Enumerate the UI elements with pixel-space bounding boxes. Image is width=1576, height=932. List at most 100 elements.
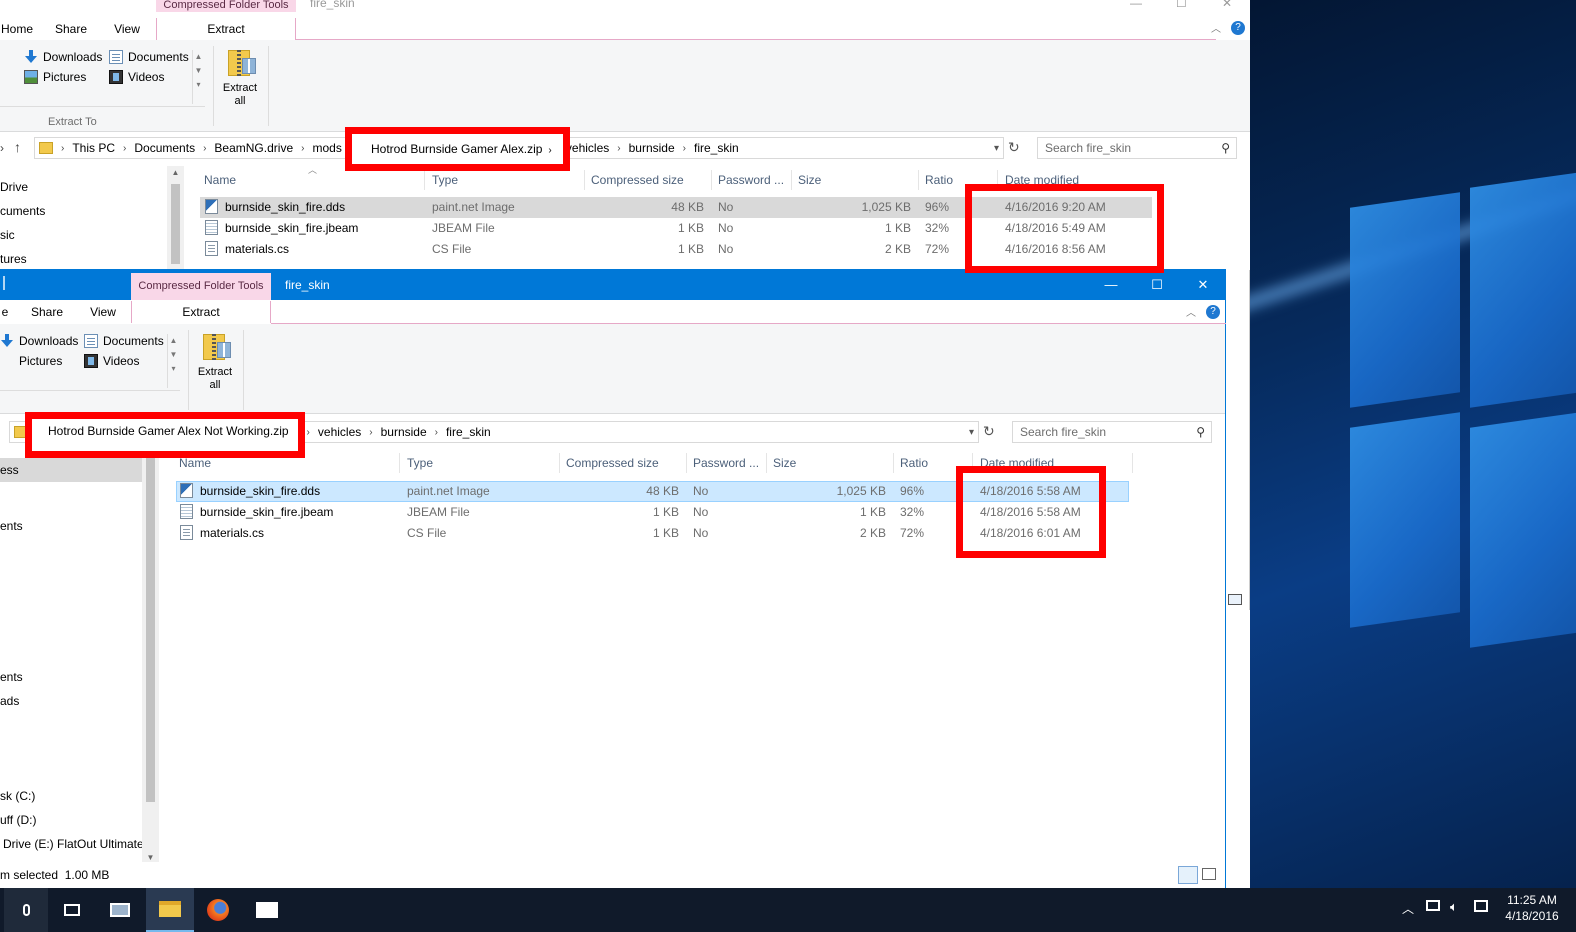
tab-share[interactable]: Share: [26, 301, 68, 323]
breadcrumb-burnside[interactable]: burnside: [623, 141, 681, 155]
window-close-button[interactable]: ✕: [1222, 0, 1232, 10]
extract-all-button[interactable]: Extract all: [193, 330, 237, 400]
quick-link-videos[interactable]: Videos: [109, 70, 164, 84]
clock-time[interactable]: 11:25 AM: [1502, 893, 1562, 907]
refresh-icon[interactable]: ↻: [983, 423, 995, 440]
quick-link-videos[interactable]: Videos: [84, 354, 139, 368]
window-minimize-button[interactable]: —: [1130, 0, 1142, 10]
network-icon[interactable]: [1426, 900, 1440, 911]
file-date: 4/18/2016 5:49 AM: [1005, 221, 1106, 235]
tab-share[interactable]: Share: [50, 18, 92, 40]
tab-extract[interactable]: Extract: [131, 301, 271, 323]
column-header-ratio[interactable]: Ratio: [900, 452, 928, 474]
file-name[interactable]: burnside_skin_fire.dds: [180, 481, 320, 502]
nav-drive-e[interactable]: Drive (E:) FlatOut Ultimate: [3, 837, 144, 851]
nav-item[interactable]: ents: [0, 519, 23, 533]
column-header-compressed-size[interactable]: Compressed size: [591, 169, 684, 191]
microphone-icon[interactable]: [4, 888, 48, 932]
cs-file-icon: [180, 525, 193, 541]
quick-link-documents[interactable]: Documents: [109, 50, 189, 64]
file-name[interactable]: burnside_skin_fire.jbeam: [180, 502, 333, 523]
nav-item[interactable]: cuments: [0, 204, 45, 218]
ribbon-collapse-icon[interactable]: ︿: [1211, 20, 1221, 35]
tab-home[interactable]: e: [0, 301, 10, 323]
help-icon[interactable]: ?: [1206, 305, 1220, 319]
column-header-ratio[interactable]: Ratio: [925, 169, 953, 191]
tab-view[interactable]: View: [86, 301, 120, 323]
breadcrumb-documents[interactable]: Documents: [128, 141, 201, 155]
help-icon[interactable]: ?: [1231, 21, 1245, 35]
breadcrumb-fire-skin[interactable]: fire_skin: [688, 141, 745, 155]
back-arrow-icon[interactable]: ›: [0, 141, 4, 155]
nav-item-selected[interactable]: [0, 458, 142, 482]
tab-view[interactable]: View: [110, 18, 144, 40]
breadcrumb-vehicles[interactable]: vehicles: [556, 141, 615, 155]
breadcrumb-burnside[interactable]: burnside: [375, 425, 433, 439]
breadcrumb-fire-skin[interactable]: fire_skin: [440, 425, 497, 439]
column-header-type[interactable]: Type: [432, 169, 458, 191]
window-maximize-button[interactable]: ☐: [1176, 0, 1187, 10]
extract-all-button[interactable]: Extract all: [218, 46, 262, 116]
quick-link-documents[interactable]: Documents: [84, 334, 164, 348]
breadcrumb-beamng[interactable]: BeamNG.drive: [208, 141, 299, 155]
quick-link-downloads[interactable]: Downloads: [24, 50, 102, 64]
column-header-password[interactable]: Password ...: [693, 452, 759, 474]
quick-link-pictures[interactable]: Pictures: [24, 70, 86, 84]
firefox-icon[interactable]: [194, 888, 242, 932]
tab-home[interactable]: Home: [0, 18, 34, 40]
nav-drive-d[interactable]: uff (D:): [0, 813, 36, 827]
details-view-icon[interactable]: [1178, 866, 1198, 884]
gallery-scroll-arrows[interactable]: ▲ ▼ ▾: [192, 50, 204, 104]
search-input[interactable]: Search fire_skin ⚲: [1037, 137, 1237, 159]
file-name[interactable]: burnside_skin_fire.jbeam: [205, 218, 358, 239]
up-arrow-icon[interactable]: ↑: [14, 139, 21, 155]
column-header-type[interactable]: Type: [407, 452, 433, 474]
ribbon-collapse-icon[interactable]: ︿: [1186, 304, 1196, 319]
breadcrumb-mods[interactable]: mods: [306, 141, 347, 155]
search-input[interactable]: Search fire_skin ⚲: [1012, 421, 1212, 443]
show-hidden-icons-icon[interactable]: ︿: [1402, 900, 1414, 917]
mail-icon[interactable]: [243, 888, 291, 932]
nav-item[interactable]: tures: [0, 252, 27, 266]
breadcrumb-this-pc[interactable]: This PC: [66, 141, 121, 155]
window-minimize-button[interactable]: —: [1088, 270, 1134, 300]
nav-item[interactable]: ess: [0, 463, 19, 477]
column-header-size[interactable]: Size: [798, 169, 821, 191]
column-header-name[interactable]: Name: [204, 169, 236, 191]
file-explorer-icon[interactable]: [146, 888, 194, 932]
action-center-icon[interactable]: [1474, 900, 1488, 912]
column-header-date-modified[interactable]: Date modified: [980, 452, 1054, 474]
volume-icon[interactable]: 🔈︎: [1450, 899, 1458, 915]
nav-item[interactable]: ads: [0, 694, 19, 708]
network-app-icon[interactable]: [96, 888, 144, 932]
file-name[interactable]: burnside_skin_fire.dds: [205, 197, 345, 218]
file-name[interactable]: materials.cs: [205, 239, 289, 260]
nav-item[interactable]: sic: [0, 228, 15, 242]
large-icons-view-icon[interactable]: [1202, 868, 1216, 880]
breadcrumb-vehicles[interactable]: vehicles: [312, 425, 367, 439]
nav-scrollbar[interactable]: ▲: [167, 166, 184, 270]
column-header-name[interactable]: Name: [179, 452, 211, 474]
file-type: CS File: [407, 526, 447, 540]
address-dropdown-icon[interactable]: ▾: [994, 143, 999, 154]
file-name[interactable]: materials.cs: [180, 523, 264, 544]
nav-item[interactable]: Drive: [0, 180, 28, 194]
column-header-date-modified[interactable]: Date modified: [1005, 169, 1079, 191]
column-header-size[interactable]: Size: [773, 452, 796, 474]
window-close-button[interactable]: ✕: [1180, 270, 1226, 300]
task-view-icon[interactable]: [48, 888, 96, 932]
quick-link-pictures[interactable]: Pictures: [0, 354, 62, 368]
clock-date[interactable]: 4/18/2016: [1502, 909, 1562, 923]
nav-scrollbar[interactable]: ▼: [142, 450, 159, 862]
details-view-icon[interactable]: [1228, 594, 1242, 605]
gallery-scroll-arrows[interactable]: ▲ ▼ ▾: [167, 334, 179, 388]
tab-extract[interactable]: Extract: [156, 18, 296, 40]
address-dropdown-icon[interactable]: ▾: [969, 427, 974, 438]
refresh-icon[interactable]: ↻: [1008, 139, 1020, 156]
nav-drive-c[interactable]: sk (C:): [0, 789, 35, 803]
column-header-password[interactable]: Password ...: [718, 169, 784, 191]
column-header-compressed-size[interactable]: Compressed size: [566, 452, 659, 474]
quick-link-downloads[interactable]: Downloads: [0, 334, 78, 348]
nav-item[interactable]: ents: [0, 670, 23, 684]
window-maximize-button[interactable]: ☐: [1134, 270, 1180, 300]
